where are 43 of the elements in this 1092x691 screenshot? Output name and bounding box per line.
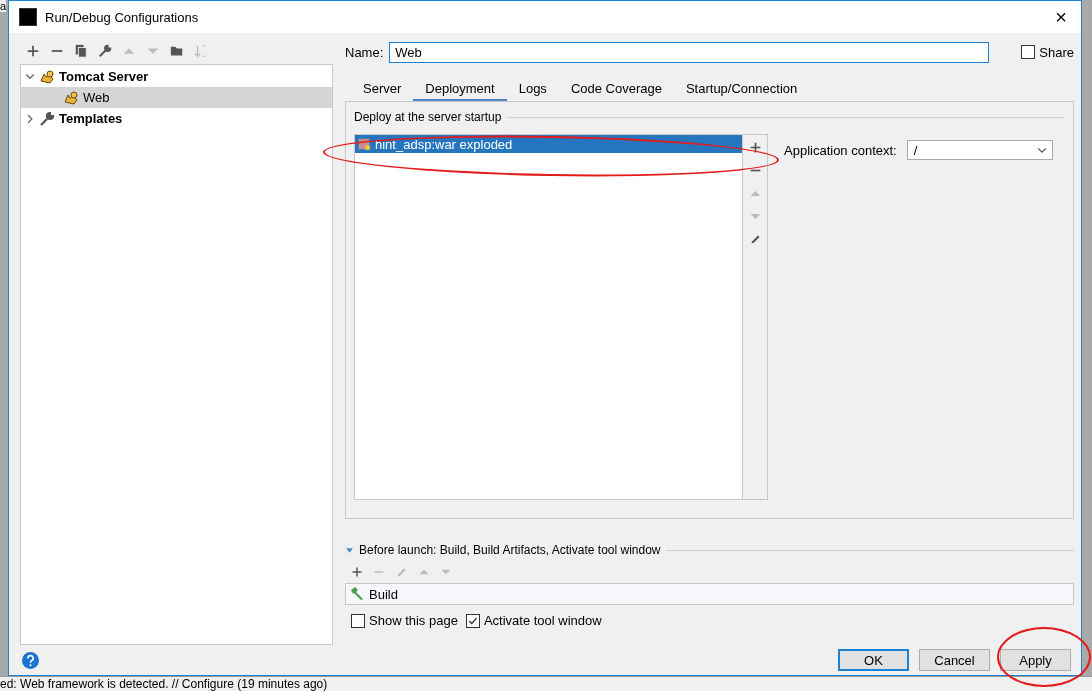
wrench-icon[interactable] (98, 44, 112, 58)
chevron-down-icon[interactable] (25, 71, 35, 82)
dialog-button[interactable]: Cancel (919, 649, 990, 671)
app-icon (19, 8, 37, 26)
close-button[interactable]: × (1041, 1, 1081, 33)
tree-item[interactable]: Web (21, 87, 332, 108)
tab[interactable]: Startup/Connection (673, 77, 810, 101)
task-item[interactable]: Build (345, 583, 1074, 605)
dialog-button[interactable]: Apply (1000, 649, 1071, 671)
context-combobox[interactable]: / (906, 140, 1053, 160)
tab[interactable]: Server (351, 77, 414, 101)
option-checkbox[interactable]: Show this page (351, 613, 458, 628)
window-title: Run/Debug Configurations (45, 9, 200, 25)
artifact-item[interactable]: hint_adsp:war exploded (355, 135, 742, 153)
chevron-right-icon[interactable] (25, 113, 35, 124)
tomcat-icon (63, 89, 79, 106)
tab[interactable]: Logs (506, 77, 559, 101)
help-icon[interactable] (22, 651, 39, 669)
artifact-icon (357, 137, 371, 151)
tree-item[interactable]: Tomcat Server (21, 66, 332, 87)
section-heading: Before launch: Build, Build Artifacts, Activate tool window (359, 543, 661, 557)
option-checkbox[interactable]: Activate tool window (465, 613, 602, 628)
name-label: Name: (345, 44, 384, 60)
background-text: a (0, 0, 7, 12)
add-icon[interactable] (351, 566, 363, 578)
pencil-icon[interactable] (748, 233, 762, 246)
section-heading: Deploy at the server startup (354, 110, 502, 124)
dialog-button[interactable]: OK (838, 649, 909, 671)
name-field[interactable]: Web (389, 41, 990, 63)
share-checkbox[interactable]: Share (1021, 44, 1074, 60)
tab[interactable]: Code Coverage (558, 77, 674, 101)
hammer-icon (349, 586, 365, 602)
tomcat-icon (39, 68, 55, 85)
status-text: ed: Web framework is detected. // Configure (19 minutes ago) (0, 676, 1092, 691)
tree-item[interactable]: Templates (21, 108, 332, 129)
add-icon[interactable] (26, 44, 40, 58)
folder-plus-icon[interactable] (170, 44, 184, 58)
tab[interactable]: Deployment (413, 77, 507, 101)
check-icon (467, 615, 478, 626)
expand-triangle-icon[interactable] (345, 545, 354, 555)
wrench-icon (39, 110, 55, 127)
copy-icon[interactable] (74, 44, 88, 58)
context-label: Application context: (784, 142, 897, 158)
